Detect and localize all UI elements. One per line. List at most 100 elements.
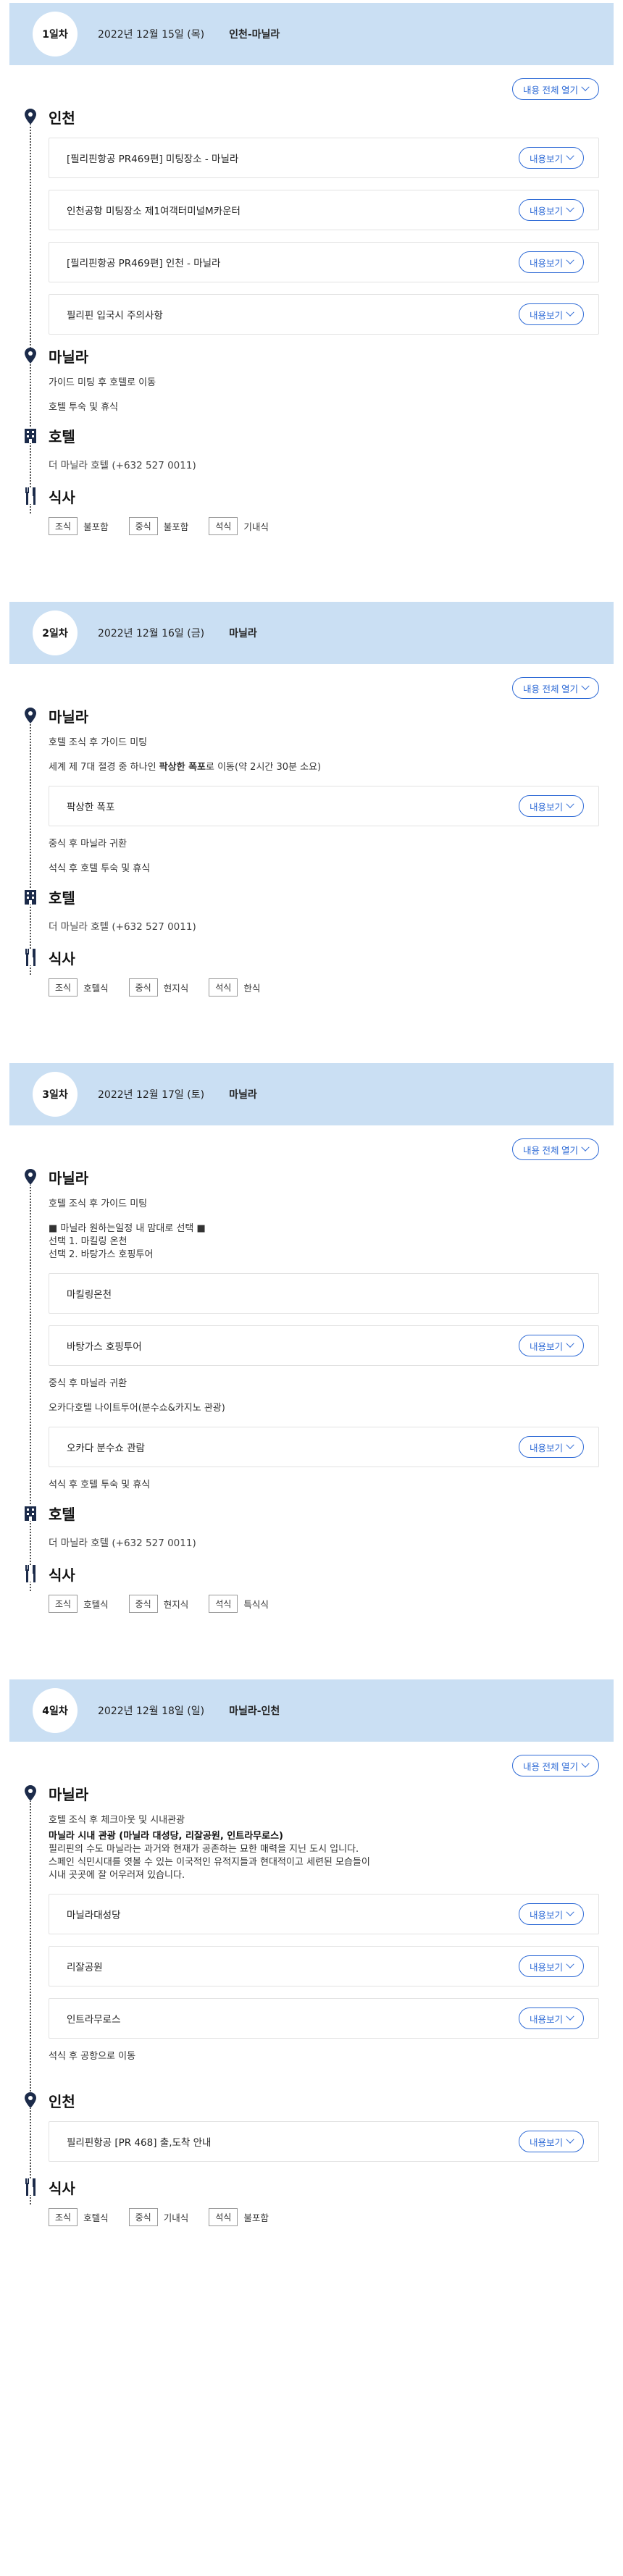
day-1: 1일차 2022년 12월 15일 (목) 인천-마닐라 내용 전체 열기 인천… (9, 3, 614, 563)
section-incheon: 인천 [필리핀항공 PR469편] 미팅장소 - 마닐라 내용보기 인천공항 미… (24, 109, 599, 335)
chevron-down-icon (566, 2012, 574, 2021)
option-block: ■ 마닐라 원하는일정 내 맘대로 선택 ■ 선택 1. 마킬링 온천 선택 2… (49, 1222, 599, 1262)
meal-row: 조식 호텔식 중식 현지식 석식 한식 (49, 978, 599, 997)
day-header: 4일차 2022년 12월 18일 (일) 마닐라-인천 (9, 1679, 614, 1742)
day-header: 3일차 2022년 12월 17일 (토) 마닐라 (9, 1063, 614, 1125)
chevron-down-icon (566, 308, 574, 316)
timeline: 인천 [필리핀항공 PR469편] 미팅장소 - 마닐라 내용보기 인천공항 미… (24, 109, 599, 535)
view-more-button[interactable]: 내용보기 (518, 251, 584, 273)
chevron-down-icon (566, 151, 574, 160)
meal-label-lunch: 중식 (128, 978, 158, 997)
section-manila: 마닐라 호텔 조식 후 체크아웃 및 시내관광 마닐라 시내 관광 (마닐라 대… (24, 1785, 599, 2063)
meal-row: 조식 호텔식 중식 기내식 석식 불포함 (49, 2208, 599, 2226)
text-highlight: 팍상한 폭포 (159, 762, 206, 773)
view-more-button[interactable]: 내용보기 (518, 303, 584, 325)
view-more-button[interactable]: 내용보기 (518, 1903, 584, 1925)
map-pin-icon (24, 708, 37, 723)
view-more-button[interactable]: 내용보기 (518, 199, 584, 221)
chevron-down-icon (566, 2135, 574, 2144)
card-title: 오카다 분수쇼 관람 (67, 1443, 145, 1454)
section-title: 식사 (49, 1566, 75, 1584)
view-more-label: 내용보기 (529, 1910, 563, 1921)
timeline: 마닐라 호텔 조식 후 가이드 미팅 ■ 마닐라 원하는일정 내 맘대로 선택 … (24, 1169, 599, 1613)
view-more-button[interactable]: 내용보기 (518, 2131, 584, 2152)
section-meal: 식사 조식 호텔식 중식 현지식 석식 특식식 (24, 1565, 599, 1613)
schedule-text: 가이드 미팅 후 호텔로 이동 (49, 377, 156, 388)
view-more-label: 내용보기 (529, 310, 563, 321)
chevron-down-icon (566, 1960, 574, 1968)
day-date: 2022년 12월 17일 (토) (98, 1089, 205, 1101)
meal-label-lunch: 중식 (128, 517, 158, 535)
view-more-label: 내용보기 (529, 1443, 563, 1453)
map-pin-icon (24, 109, 37, 125)
expand-all-button[interactable]: 내용 전체 열기 (512, 78, 599, 100)
section-title: 호텔 (49, 889, 75, 907)
day-badge: 4일차 (33, 1688, 78, 1733)
fork-knife-icon (24, 1565, 37, 1582)
chevron-down-icon (566, 204, 574, 212)
meal-label-dinner: 석식 (209, 1595, 238, 1613)
chevron-down-icon (566, 1339, 574, 1348)
section-title: 마닐라 (49, 348, 89, 366)
meal-label-dinner: 석식 (209, 978, 238, 997)
view-more-label: 내용보기 (529, 206, 563, 217)
schedule-text: 오카다호텔 나이트투어(분수쇼&카지노 관광) (49, 1403, 225, 1414)
schedule-card: 필리핀항공 [PR 468] 출,도착 안내 내용보기 (49, 2121, 599, 2162)
description-line: 시내 곳곳에 잘 어우러져 있습니다. (49, 1870, 185, 1881)
meal-label-dinner: 석식 (209, 2208, 238, 2226)
day-route: 마닐라 (229, 1089, 257, 1101)
view-more-label: 내용보기 (529, 2137, 563, 2148)
expand-all-button[interactable]: 내용 전체 열기 (512, 1755, 599, 1776)
map-pin-icon (24, 1169, 37, 1185)
meal-value-lunch: 현지식 (163, 1599, 189, 1610)
hotel-name: 더 마닐라 호텔 (+632 527 0011) (49, 1537, 196, 1549)
hotel-name: 더 마닐라 호텔 (+632 527 0011) (49, 921, 196, 933)
section-title: 인천 (49, 109, 75, 127)
view-more-button[interactable]: 내용보기 (518, 1436, 584, 1458)
section-manila: 마닐라 호텔 조식 후 가이드 미팅 ■ 마닐라 원하는일정 내 맘대로 선택 … (24, 1169, 599, 1492)
section-meal: 식사 조식 불포함 중식 불포함 석식 기내식 (24, 487, 599, 535)
meal-value-dinner: 불포함 (243, 2212, 269, 2223)
fork-knife-icon (24, 949, 37, 966)
schedule-text: 석식 후 공항으로 이동 (49, 2051, 136, 2062)
section-hotel: 호텔 더 마닐라 호텔 (+632 527 0011) (24, 1505, 599, 1553)
view-more-button[interactable]: 내용보기 (518, 1335, 584, 1356)
day-body: 내용 전체 열기 인천 [필리핀항공 PR469편] 미팅장소 - 마닐라 내용… (9, 65, 614, 563)
schedule-text: 세계 제 7대 절경 중 하나인 팍상한 폭포로 이동(약 2시간 30분 소요… (49, 761, 599, 774)
chevron-down-icon (566, 1908, 574, 1916)
schedule-card: 필리핀 입국시 주의사항 내용보기 (49, 294, 599, 335)
expand-all-button[interactable]: 내용 전체 열기 (512, 1138, 599, 1160)
view-more-label: 내용보기 (529, 802, 563, 813)
day-body: 내용 전체 열기 마닐라 호텔 조식 후 가이드 미팅 세계 제 7대 절경 중… (9, 664, 614, 1024)
day-header: 1일차 2022년 12월 15일 (목) 인천-마닐라 (9, 3, 614, 65)
meal-value-breakfast: 호텔식 (83, 1599, 109, 1610)
card-title: 리잘공원 (67, 1962, 103, 1973)
timeline: 마닐라 호텔 조식 후 체크아웃 및 시내관광 마닐라 시내 관광 (마닐라 대… (24, 1785, 599, 2226)
day-date: 2022년 12월 16일 (금) (98, 628, 205, 639)
expand-all-label: 내용 전체 열기 (523, 684, 578, 695)
chevron-down-icon (581, 83, 590, 91)
description-bold: 마닐라 시내 관광 (마닐라 대성당, 리잘공원, 인트라무로스) (49, 1831, 283, 1842)
day-2: 2일차 2022년 12월 16일 (금) 마닐라 내용 전체 열기 마닐라 호… (9, 602, 614, 1024)
chevron-down-icon (581, 1759, 590, 1768)
schedule-card: 팍상한 폭포 내용보기 (49, 786, 599, 826)
description-heading: 마닐라 시내 관광 (마닐라 대성당, 리잘공원, 인트라무로스) (49, 1830, 599, 1843)
chevron-down-icon (566, 1440, 574, 1449)
chevron-down-icon (581, 1143, 590, 1151)
view-more-button[interactable]: 내용보기 (518, 1955, 584, 1977)
day-route: 마닐라 (229, 628, 257, 639)
hotel-name: 더 마닐라 호텔 (+632 527 0011) (49, 460, 196, 471)
view-more-button[interactable]: 내용보기 (518, 147, 584, 169)
view-more-button[interactable]: 내용보기 (518, 795, 584, 817)
view-more-label: 내용보기 (529, 154, 563, 164)
timeline: 마닐라 호텔 조식 후 가이드 미팅 세계 제 7대 절경 중 하나인 팍상한 … (24, 708, 599, 997)
view-more-label: 내용보기 (529, 2014, 563, 2025)
description-block: 마닐라 시내 관광 (마닐라 대성당, 리잘공원, 인트라무로스) 필리핀의 수… (49, 1830, 599, 1882)
schedule-card: 인천공항 미팅장소 제1여객터미널M카운터 내용보기 (49, 190, 599, 230)
expand-all-button[interactable]: 내용 전체 열기 (512, 677, 599, 699)
meal-label-breakfast: 조식 (49, 2208, 78, 2226)
meal-label-breakfast: 조식 (49, 1595, 78, 1613)
view-more-button[interactable]: 내용보기 (518, 2007, 584, 2029)
schedule-text: 중식 후 마닐라 귀환 (49, 1378, 127, 1389)
schedule-card: 마닐라대성당 내용보기 (49, 1894, 599, 1934)
